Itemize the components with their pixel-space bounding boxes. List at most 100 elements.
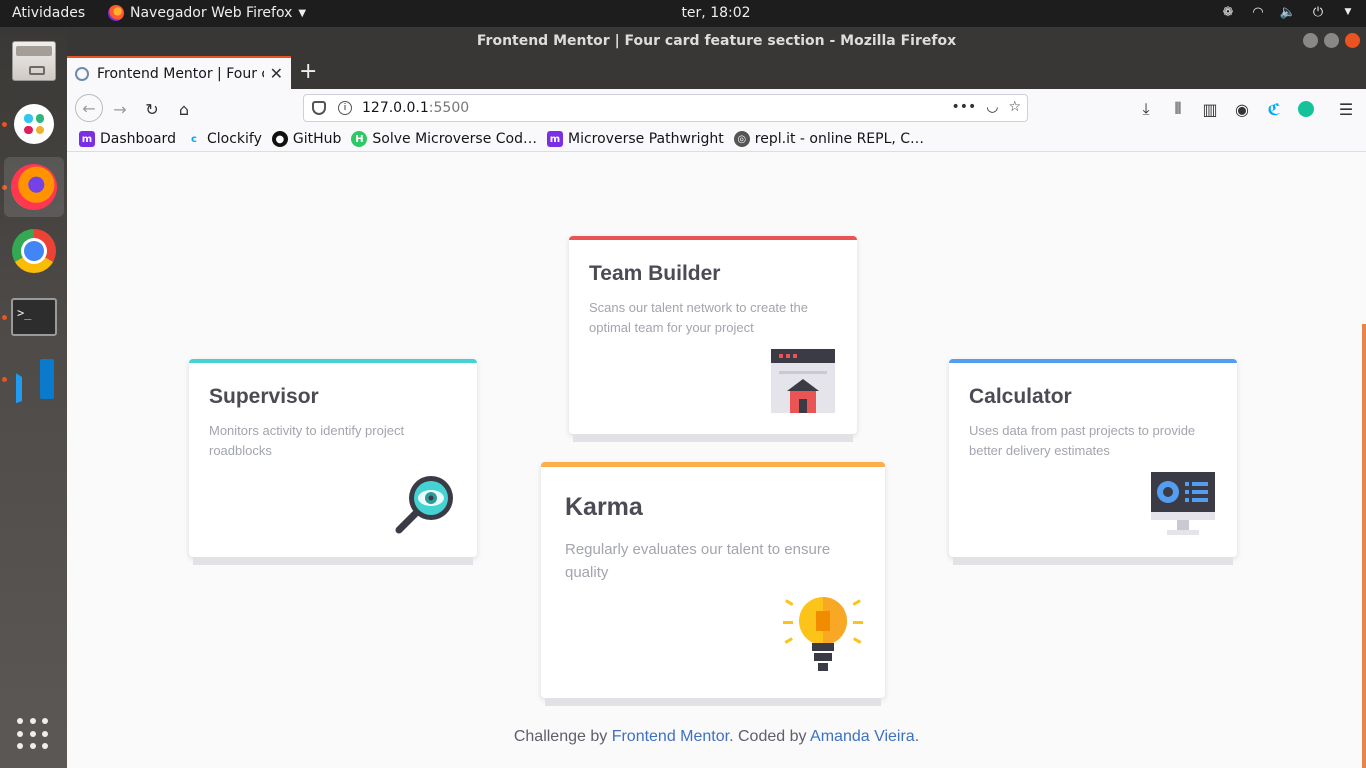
footer-prefix: Challenge by bbox=[513, 728, 612, 745]
sidebar-icon[interactable]: ▥ bbox=[1199, 98, 1221, 120]
slack-launcher[interactable] bbox=[4, 94, 64, 154]
navigation-toolbar: ← → ↻ ⌂ i 127.0.0.1:5500 ••• ◡ ☆ ⤓ ⫴ ▥ ◉… bbox=[67, 89, 1366, 127]
slack-icon bbox=[14, 104, 54, 144]
frontend-mentor-favicon-icon bbox=[75, 66, 89, 81]
bookmark-replit[interactable]: ◎ repl.it - online REPL, C… bbox=[733, 131, 925, 147]
github-icon: ● bbox=[271, 131, 288, 147]
shield-icon[interactable] bbox=[312, 101, 326, 115]
card-title: Team Builder bbox=[589, 262, 721, 285]
firefox-icon bbox=[108, 5, 124, 21]
show-applications-icon[interactable] bbox=[17, 718, 49, 750]
card-text: Scans our talent network to create the o… bbox=[589, 300, 808, 335]
system-top-bar: Atividades Navegador Web Firefox ▼ ter, … bbox=[0, 0, 1366, 27]
bookmark-label: Microverse Pathwright bbox=[568, 131, 724, 147]
attribution-footer: Challenge by Frontend Mentor. Coded by A… bbox=[67, 728, 1366, 746]
url-host: 127.0.0.1 bbox=[362, 100, 429, 116]
back-button[interactable]: ← bbox=[75, 94, 103, 122]
lightbulb-icon bbox=[783, 597, 863, 671]
microverse-icon: m bbox=[547, 131, 563, 147]
card-title: Supervisor bbox=[209, 385, 319, 408]
reload-button[interactable]: ↻ bbox=[141, 98, 163, 120]
bookmark-star-icon[interactable]: ☆ bbox=[1008, 99, 1021, 115]
dock: >_ bbox=[0, 27, 67, 768]
downloads-icon[interactable]: ⤓ bbox=[1135, 98, 1157, 120]
bookmarks-toolbar: m Dashboard c Clockify ● GitHub H Solve … bbox=[67, 127, 1366, 152]
bookmark-label: Solve Microverse Cod… bbox=[372, 131, 537, 147]
monitor-icon bbox=[1151, 472, 1215, 535]
app-menu[interactable]: Navegador Web Firefox ▼ bbox=[108, 5, 306, 21]
bookmark-label: Dashboard bbox=[100, 131, 176, 147]
close-window-button[interactable] bbox=[1345, 33, 1360, 48]
files-icon bbox=[12, 41, 56, 81]
activities-button[interactable]: Atividades bbox=[12, 5, 85, 21]
menu-icon[interactable]: ☰ bbox=[1335, 98, 1357, 120]
bookmark-clockify[interactable]: c Clockify bbox=[186, 131, 262, 147]
bookmark-label: GitHub bbox=[292, 131, 342, 147]
bookmark-hackerrank[interactable]: H Solve Microverse Cod… bbox=[351, 131, 537, 147]
url-port: :5500 bbox=[428, 100, 470, 116]
volume-icon[interactable]: 🔈 bbox=[1280, 4, 1296, 20]
card-text: Monitors activity to identify project ro… bbox=[209, 423, 405, 458]
card-title: Karma bbox=[565, 493, 643, 521]
maximize-button[interactable] bbox=[1324, 33, 1339, 48]
clockify-extension-icon[interactable]: ℭ bbox=[1263, 98, 1285, 120]
bookmark-label: repl.it - online REPL, C… bbox=[754, 131, 925, 147]
clock[interactable]: ter, 18:02 bbox=[681, 5, 750, 21]
card-title: Calculator bbox=[969, 385, 1072, 408]
chrome-icon bbox=[12, 229, 56, 273]
card-calculator: Calculator Uses data from past projects … bbox=[949, 359, 1237, 557]
hackerrank-icon: H bbox=[351, 131, 368, 147]
card-text: Uses data from past projects to provide … bbox=[969, 423, 1196, 458]
bookmark-pathwright[interactable]: m Microverse Pathwright bbox=[547, 131, 724, 147]
close-tab-icon[interactable]: ✕ bbox=[270, 64, 283, 83]
pocket-icon[interactable]: ◡ bbox=[986, 99, 998, 115]
files-launcher[interactable] bbox=[4, 31, 64, 91]
bookmark-github[interactable]: ● GitHub bbox=[271, 131, 342, 147]
account-icon[interactable]: ◉ bbox=[1231, 98, 1253, 120]
app-menu-label: Navegador Web Firefox bbox=[130, 5, 293, 21]
terminal-launcher[interactable]: >_ bbox=[4, 287, 64, 347]
vscode-launcher[interactable] bbox=[4, 349, 64, 409]
tab-bar: Frontend Mentor | Four c ✕ + bbox=[67, 55, 1366, 89]
new-tab-button[interactable]: + bbox=[299, 59, 317, 84]
card-text: Regularly evaluates our talent to ensure… bbox=[565, 541, 831, 581]
terminal-icon: >_ bbox=[11, 298, 57, 336]
paw-icon[interactable]: ❁ bbox=[1220, 4, 1236, 20]
firefox-launcher[interactable] bbox=[4, 157, 64, 217]
power-icon[interactable]: ⏻ bbox=[1310, 4, 1326, 20]
chrome-launcher[interactable] bbox=[4, 221, 64, 281]
home-button[interactable]: ⌂ bbox=[173, 98, 195, 120]
window-title: Frontend Mentor | Four card feature sect… bbox=[476, 33, 957, 49]
forward-button[interactable]: → bbox=[109, 98, 131, 120]
card-karma: Karma Regularly evaluates our talent to … bbox=[541, 462, 885, 698]
minimize-button[interactable] bbox=[1303, 33, 1318, 48]
vscode-icon bbox=[12, 357, 56, 401]
bookmark-label: Clockify bbox=[206, 131, 262, 147]
grammarly-extension-icon[interactable] bbox=[1295, 98, 1317, 120]
magnifier-eye-icon bbox=[395, 476, 453, 534]
firefox-icon bbox=[11, 164, 57, 210]
tab-title: Frontend Mentor | Four c bbox=[97, 65, 264, 82]
author-link[interactable]: Amanda Vieira bbox=[810, 728, 915, 745]
library-icon[interactable]: ⫴ bbox=[1167, 98, 1189, 120]
web-page: Team Builder Scans our talent network to… bbox=[67, 152, 1366, 768]
wifi-icon[interactable]: ◠ bbox=[1250, 4, 1266, 20]
scrollbar[interactable] bbox=[1362, 324, 1366, 768]
window-titlebar: Frontend Mentor | Four card feature sect… bbox=[67, 27, 1366, 55]
card-supervisor: Supervisor Monitors activity to identify… bbox=[189, 359, 477, 557]
url-bar[interactable]: i 127.0.0.1:5500 ••• ◡ ☆ bbox=[303, 94, 1028, 122]
info-icon[interactable]: i bbox=[338, 101, 352, 115]
page-actions-button[interactable]: ••• bbox=[951, 99, 976, 115]
card-team-builder: Team Builder Scans our talent network to… bbox=[569, 236, 857, 434]
bookmark-dashboard[interactable]: m Dashboard bbox=[79, 131, 176, 147]
frontend-mentor-link[interactable]: Frontend Mentor bbox=[612, 728, 729, 745]
chevron-down-icon: ▼ bbox=[298, 7, 307, 19]
footer-suffix: . bbox=[914, 728, 920, 745]
footer-middle: . Coded by bbox=[729, 728, 811, 745]
microverse-icon: m bbox=[79, 131, 95, 147]
chevron-down-icon[interactable]: ▼ bbox=[1340, 4, 1356, 20]
browser-tab[interactable]: Frontend Mentor | Four c ✕ bbox=[67, 56, 291, 89]
replit-icon: ◎ bbox=[733, 131, 750, 147]
team-builder-icon bbox=[771, 349, 835, 413]
clockify-icon: c bbox=[191, 133, 197, 145]
